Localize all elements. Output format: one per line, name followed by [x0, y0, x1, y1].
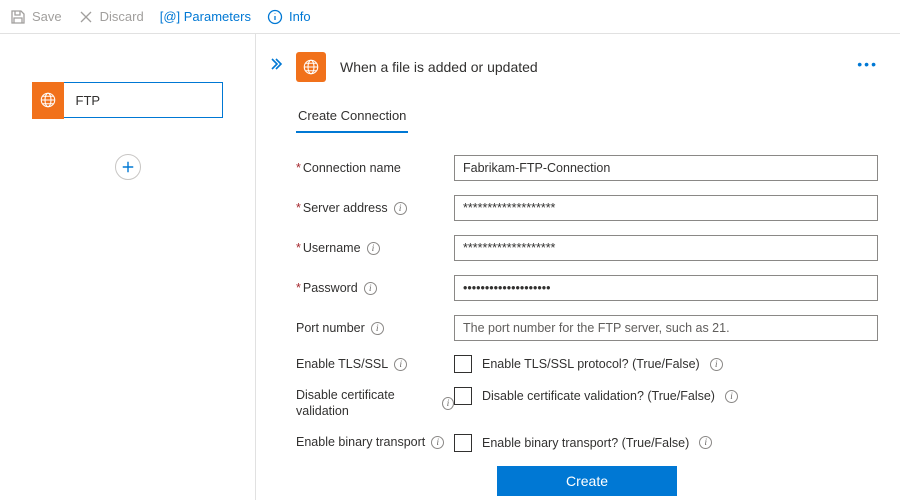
info-button[interactable]: Info — [267, 9, 311, 25]
main-area: FTP When a file is added or updated ••• … — [0, 34, 900, 500]
row-password: *Password i — [296, 275, 878, 301]
connection-name-input[interactable] — [454, 155, 878, 181]
workflow-node-label: FTP — [76, 93, 101, 108]
toolbar: Save Discard [@] Parameters Info — [0, 0, 900, 34]
checkbox-enable-tls-label: Enable TLS/SSL protocol? (True/False) — [482, 357, 700, 371]
checkbox-disable-cert-label: Disable certificate validation? (True/Fa… — [482, 389, 715, 403]
checkbox-enable-binary[interactable] — [454, 434, 472, 452]
parameters-label: [@] Parameters — [160, 9, 251, 24]
save-button[interactable]: Save — [10, 9, 62, 25]
row-username: *Username i — [296, 235, 878, 261]
discard-label: Discard — [100, 9, 144, 24]
info-icon[interactable]: i — [725, 390, 738, 403]
label-enable-tls: Enable TLS/SSL i — [296, 356, 454, 372]
details-pane: When a file is added or updated ••• Crea… — [256, 34, 900, 500]
label-port-number: Port number i — [296, 320, 454, 336]
discard-button[interactable]: Discard — [78, 9, 144, 25]
label-disable-cert: Disable certificate validation i — [296, 387, 454, 420]
save-label: Save — [32, 9, 62, 24]
label-enable-binary: Enable binary transport i — [296, 434, 454, 450]
server-address-input[interactable] — [454, 195, 878, 221]
info-icon[interactable]: i — [442, 397, 454, 410]
row-connection-name: *Connection name — [296, 155, 878, 181]
username-input[interactable] — [454, 235, 878, 261]
info-icon[interactable]: i — [431, 436, 444, 449]
info-label: Info — [289, 9, 311, 24]
label-server-address: *Server address i — [296, 200, 454, 216]
create-button[interactable]: Create — [497, 466, 677, 496]
row-disable-cert: Disable certificate validation i Disable… — [296, 387, 878, 420]
trigger-header: When a file is added or updated ••• — [296, 52, 878, 82]
more-menu-button[interactable]: ••• — [857, 56, 878, 72]
row-enable-binary: Enable binary transport i Enable binary … — [296, 434, 878, 452]
ftp-icon — [32, 82, 64, 119]
info-icon[interactable]: i — [394, 202, 407, 215]
info-icon[interactable]: i — [367, 242, 380, 255]
info-icon[interactable]: i — [394, 358, 407, 371]
port-number-input[interactable] — [454, 315, 878, 341]
password-input[interactable] — [454, 275, 878, 301]
check-enable-tls-wrap: Enable TLS/SSL protocol? (True/False) i — [454, 355, 723, 373]
close-icon — [78, 9, 94, 25]
check-enable-binary-wrap: Enable binary transport? (True/False) i — [454, 434, 712, 452]
trigger-ftp-icon — [296, 52, 326, 82]
info-icon[interactable]: i — [699, 436, 712, 449]
row-port-number: Port number i — [296, 315, 878, 341]
workflow-node-ftp[interactable]: FTP — [33, 82, 223, 118]
info-icon — [267, 9, 283, 25]
parameters-button[interactable]: [@] Parameters — [160, 9, 251, 24]
check-disable-cert-wrap: Disable certificate validation? (True/Fa… — [454, 387, 738, 405]
info-icon[interactable]: i — [364, 282, 377, 295]
label-connection-name: *Connection name — [296, 160, 454, 176]
label-password: *Password i — [296, 280, 454, 296]
row-enable-tls: Enable TLS/SSL i Enable TLS/SSL protocol… — [296, 355, 878, 373]
row-server-address: *Server address i — [296, 195, 878, 221]
checkbox-enable-binary-label: Enable binary transport? (True/False) — [482, 436, 689, 450]
info-icon[interactable]: i — [371, 322, 384, 335]
tab-bar: Create Connection — [296, 102, 878, 133]
label-username: *Username i — [296, 240, 454, 256]
connection-form: *Connection name *Server address i *User… — [296, 155, 878, 496]
checkbox-enable-tls[interactable] — [454, 355, 472, 373]
collapse-icon[interactable] — [268, 56, 284, 75]
tab-create-connection[interactable]: Create Connection — [296, 102, 408, 133]
add-step-button[interactable] — [115, 154, 141, 180]
designer-canvas: FTP — [0, 34, 256, 500]
checkbox-disable-cert[interactable] — [454, 387, 472, 405]
info-icon[interactable]: i — [710, 358, 723, 371]
trigger-title: When a file is added or updated — [340, 59, 538, 75]
save-icon — [10, 9, 26, 25]
